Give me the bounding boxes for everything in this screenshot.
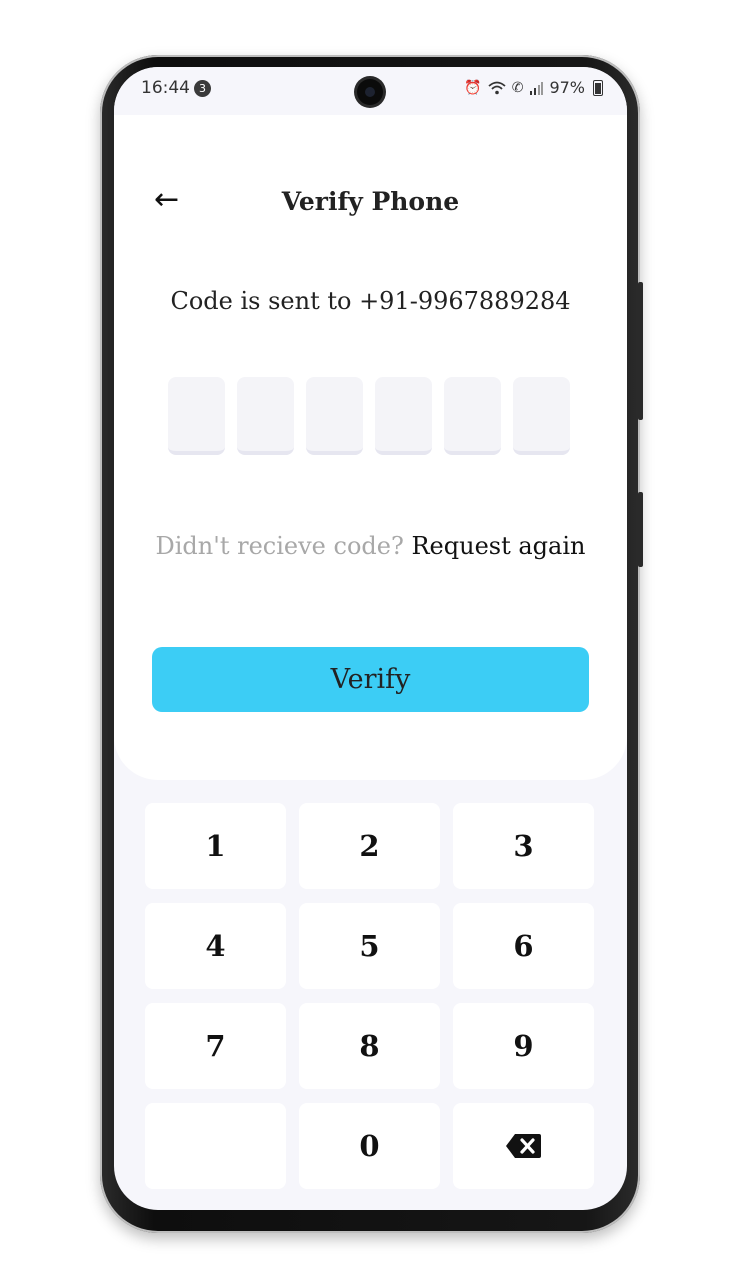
numeric-keypad: 1 2 3 4 5 6 7 8 9 0: [145, 803, 594, 1189]
keypad-key-3[interactable]: 3: [453, 803, 594, 889]
status-bar: 16:44 3 ⏰ ✆ 97%: [114, 67, 627, 115]
power-button: [638, 492, 643, 567]
resend-line: Didn't recieve code? Request again: [114, 532, 627, 560]
request-again-link[interactable]: Request again: [411, 532, 585, 560]
signal-icon: [530, 81, 544, 95]
keypad-key-4[interactable]: 4: [145, 903, 286, 989]
keypad-key-1[interactable]: 1: [145, 803, 286, 889]
alarm-icon: ⏰: [464, 79, 482, 96]
notification-count-badge: 3: [194, 80, 211, 97]
keypad-key-9[interactable]: 9: [453, 1003, 594, 1089]
keypad-key-7[interactable]: 7: [145, 1003, 286, 1089]
battery-percent: 97%: [549, 78, 585, 97]
wifi-icon: [488, 81, 506, 94]
status-icons: ⏰ ✆ 97%: [464, 78, 603, 97]
battery-icon: [593, 79, 603, 96]
keypad-key-blank: [145, 1103, 286, 1189]
resend-prompt: Didn't recieve code?: [155, 532, 404, 560]
front-camera: [357, 79, 383, 105]
keypad-key-6[interactable]: 6: [453, 903, 594, 989]
keypad-key-2[interactable]: 2: [299, 803, 440, 889]
keypad-key-backspace[interactable]: [453, 1103, 594, 1189]
otp-digit-box[interactable]: [444, 377, 501, 455]
otp-digit-box[interactable]: [237, 377, 294, 455]
verify-button[interactable]: Verify: [152, 647, 589, 712]
keypad-key-5[interactable]: 5: [299, 903, 440, 989]
volume-button: [638, 282, 643, 420]
otp-digit-box[interactable]: [513, 377, 570, 455]
keypad-key-8[interactable]: 8: [299, 1003, 440, 1089]
otp-digit-box[interactable]: [306, 377, 363, 455]
page-title: Verify Phone: [281, 187, 460, 216]
otp-digit-box[interactable]: [375, 377, 432, 455]
code-sent-text: Code is sent to +91-9967889284: [170, 287, 571, 315]
phone-screen: 16:44 3 ⏰ ✆ 97% ← Verify Phone Code is s…: [114, 67, 627, 1210]
volte-call-icon: ✆: [511, 79, 524, 96]
backspace-icon: [505, 1134, 541, 1158]
status-time: 16:44: [141, 78, 190, 98]
otp-digit-box[interactable]: [168, 377, 225, 455]
keypad-key-0[interactable]: 0: [299, 1103, 440, 1189]
otp-input-row: [168, 377, 570, 455]
